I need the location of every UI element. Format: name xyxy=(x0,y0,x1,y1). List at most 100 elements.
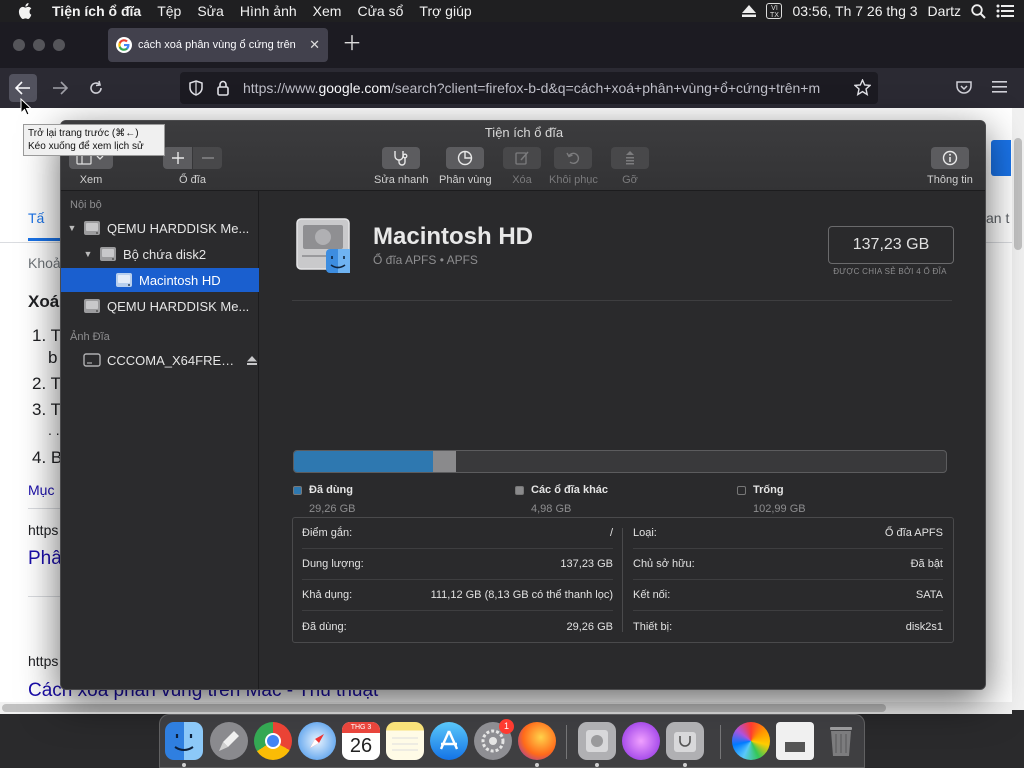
legend-free-value: 102,99 GB xyxy=(753,503,806,515)
more-items-link[interactable]: Mục xyxy=(28,482,54,498)
sidebar-item-container-disk2[interactable]: ▼ Bộ chứa disk2 xyxy=(61,242,259,266)
spotlight-search-icon[interactable] xyxy=(971,3,986,19)
menu-window[interactable]: Cửa sổ xyxy=(349,3,411,19)
finder-dock-icon[interactable] xyxy=(165,722,203,760)
sidebar-item-label: QEMU HARDDISK Me... xyxy=(107,220,250,236)
sidebar-item-qemu-disk-1[interactable]: ▼ QEMU HARDDISK Me... xyxy=(61,216,259,240)
menu-clock[interactable]: 03:56, Th 7 26 thg 3 xyxy=(792,3,917,19)
document-file-dock-icon[interactable] xyxy=(776,722,814,760)
unmount-toolbar-item[interactable]: Gỡ xyxy=(611,147,649,186)
volume-toolbar-item[interactable]: Ổ đĩa xyxy=(163,147,222,186)
google-blue-button[interactable] xyxy=(991,140,1011,176)
calendar-dock-icon[interactable]: THG 3 26 xyxy=(342,722,380,760)
snippet-list-item: . . xyxy=(48,422,60,438)
sidebar-item-qemu-disk-2[interactable]: QEMU HARDDISK Me... xyxy=(61,294,259,318)
legend-used-value: 29,26 GB xyxy=(309,503,356,515)
tab-close-icon[interactable]: ✕ xyxy=(309,37,320,53)
disk-utility-alt-dock-icon[interactable] xyxy=(666,722,704,760)
app-store-dock-icon[interactable] xyxy=(430,722,468,760)
firefox-dock-icon[interactable] xyxy=(518,722,556,760)
restore-toolbar-item[interactable]: Khôi phục xyxy=(549,147,598,186)
snippet-list-item: b xyxy=(48,348,58,367)
arrow-right-icon xyxy=(53,81,68,95)
erase-toolbar-item[interactable]: Xóa xyxy=(503,147,541,186)
vertical-scroll-thumb[interactable] xyxy=(1014,138,1022,250)
info-row-capacity: Dung lượng: 137,23 GB xyxy=(302,549,613,580)
vertical-scrollbar[interactable] xyxy=(1012,108,1024,710)
forward-button[interactable] xyxy=(46,74,74,102)
restore-button[interactable] xyxy=(554,147,593,169)
disclosure-triangle-icon[interactable]: ▼ xyxy=(67,223,77,233)
menu-images[interactable]: Hình ảnh xyxy=(232,3,305,19)
running-indicator xyxy=(535,763,539,767)
new-tab-icon[interactable]: ＋ xyxy=(342,34,362,54)
result-link-fragment[interactable]: Phâ xyxy=(28,548,62,570)
chrome-dock-icon[interactable] xyxy=(254,722,292,760)
snippet-list-item: 2. T xyxy=(32,374,61,393)
disk-sidebar: Nội bộ ▼ QEMU HARDDISK Me... ▼ Bộ chứa d… xyxy=(61,191,259,689)
disk-utility-window: Tiện ích ổ đĩa Xem Ổ đĩa Sửa nhanh Phân … xyxy=(60,120,986,690)
reload-button[interactable] xyxy=(82,74,110,102)
result-url-fragment[interactable]: https xyxy=(28,653,58,669)
tooltip-line-1: Trở lại trang trước (⌘←) xyxy=(28,128,139,139)
first-aid-toolbar-item[interactable]: Sửa nhanh xyxy=(374,147,428,186)
unmount-label: Gỡ xyxy=(622,174,638,186)
horizontal-scroll-thumb[interactable] xyxy=(2,704,886,712)
menu-edit[interactable]: Sửa xyxy=(189,3,232,19)
menu-app-name[interactable]: Tiện ích ổ đĩa xyxy=(44,3,149,19)
search-tab-fragment[interactable]: Tấ xyxy=(28,210,44,226)
dock-separator xyxy=(566,725,567,759)
calendar-month: THG 3 xyxy=(342,722,380,733)
launchpad-dock-icon[interactable] xyxy=(210,722,248,760)
safari-dock-icon[interactable] xyxy=(298,722,336,760)
tracking-shield-icon[interactable] xyxy=(189,80,203,96)
browser-tab[interactable]: cách xoá phân vùng ổ cứng trên ✕ xyxy=(108,28,328,62)
add-volume-button[interactable] xyxy=(163,147,192,169)
trash-dock-icon[interactable] xyxy=(822,722,860,760)
bookmark-star-icon[interactable] xyxy=(854,79,871,96)
first-aid-button[interactable] xyxy=(382,147,421,169)
remove-volume-button[interactable] xyxy=(193,147,222,169)
snippet-list-item: 1. T xyxy=(32,326,61,345)
menu-file[interactable]: Tệp xyxy=(149,3,189,19)
erase-button[interactable] xyxy=(503,147,541,169)
erase-pencil-icon xyxy=(515,151,529,165)
horizontal-scrollbar[interactable] xyxy=(0,702,1012,714)
url-bar[interactable]: https://www.google.com/search?client=fir… xyxy=(180,72,878,104)
sidebar-item-macintosh-hd[interactable]: Macintosh HD xyxy=(61,268,259,292)
result-url-fragment[interactable]: https xyxy=(28,522,58,538)
search-tools-fragment[interactable]: an t xyxy=(986,210,1009,226)
photos-dock-icon[interactable] xyxy=(732,722,770,760)
window-close-button[interactable] xyxy=(13,39,25,51)
pocket-icon[interactable] xyxy=(956,80,972,95)
input-source-badge[interactable]: VI TX xyxy=(766,3,783,19)
view-label: Xem xyxy=(79,174,103,186)
hamburger-menu-icon[interactable] xyxy=(992,81,1007,93)
disk-utility-dock-icon[interactable] xyxy=(578,722,616,760)
partition-toolbar-item[interactable]: Phân vùng xyxy=(439,147,492,186)
partition-button[interactable] xyxy=(446,147,485,169)
padlock-icon[interactable] xyxy=(217,80,229,96)
menu-help[interactable]: Trợ giúp xyxy=(411,3,479,19)
eject-icon[interactable] xyxy=(742,5,757,17)
unmount-button[interactable] xyxy=(611,147,649,169)
window-zoom-button[interactable] xyxy=(53,39,65,51)
disk-utility-toolbar: Tiện ích ổ đĩa Xem Ổ đĩa Sửa nhanh Phân … xyxy=(61,121,985,191)
disclosure-triangle-icon[interactable]: ▼ xyxy=(83,249,93,259)
back-button-tooltip: Trở lại trang trước (⌘←) Kéo xuống để xe… xyxy=(23,124,165,156)
info-toolbar-item[interactable]: Thông tin xyxy=(927,147,973,186)
menu-view[interactable]: Xem xyxy=(305,3,350,19)
window-minimize-button[interactable] xyxy=(33,39,45,51)
url-text[interactable]: https://www.google.com/search?client=fir… xyxy=(243,80,847,96)
eject-image-icon[interactable] xyxy=(247,355,257,365)
sidebar-item-cccoma-image[interactable]: CCCOMA_X64FRE_... xyxy=(61,348,259,372)
storage-usage-bar xyxy=(293,450,947,473)
notes-dock-icon[interactable] xyxy=(386,722,424,760)
apple-menu-icon[interactable] xyxy=(18,3,38,19)
menu-user[interactable]: Dartz xyxy=(928,3,961,19)
control-center-icon[interactable] xyxy=(996,4,1014,18)
info-button[interactable] xyxy=(930,147,969,169)
installer-dock-icon[interactable] xyxy=(622,722,660,760)
reload-icon xyxy=(90,80,102,94)
snippet-list-item: 4. B xyxy=(32,448,63,467)
